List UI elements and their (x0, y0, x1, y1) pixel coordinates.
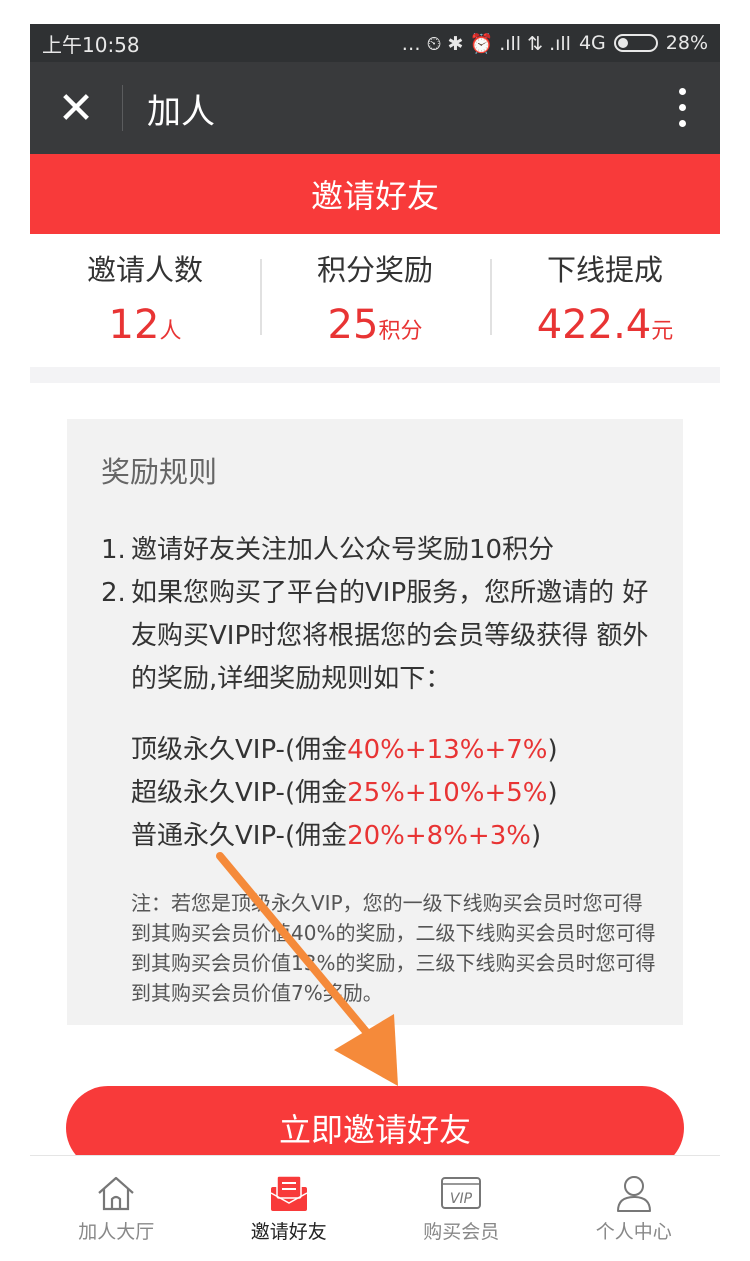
stats-panel: 邀请人数 12人 积分奖励 25积分 下线提成 422.4元 (30, 234, 720, 383)
tab-invite[interactable]: 邀请好友 (203, 1156, 376, 1261)
rule-number: 1. (101, 535, 126, 565)
network-type: 4G (578, 32, 606, 54)
status-bar: 上午10:58 … ⏲ ✱ ⏰ .ıll ⇅ .ıll 4G 28% (30, 24, 720, 62)
tier-suffix: ) (547, 778, 558, 808)
tab-hall[interactable]: 加人大厅 (30, 1156, 203, 1261)
stat-label: 邀请人数 (86, 253, 203, 287)
rules-note: 注：若您是顶级永久VIP，您的一级下线购买会员时您可得到其购买会员价值40%的奖… (131, 891, 656, 1005)
stat-label: 积分奖励 (316, 253, 433, 287)
phone-screen: 上午10:58 … ⏲ ✱ ⏰ .ıll ⇅ .ıll 4G 28% ✕ 加人 … (30, 24, 720, 1261)
stat-number: 422.4 (536, 302, 652, 348)
reward-rules-card: 奖励规则 1. 邀请好友关注加人公众号奖励10积分 2. 如果您购买了平台的VI… (67, 419, 683, 1025)
status-indicators: … ⏲ ✱ ⏰ .ıll ⇅ .ıll 4G 28% (402, 32, 708, 55)
tier-rate: 20%+8%+3% (347, 821, 531, 851)
stat-points-reward: 积分奖励 25积分 (260, 247, 490, 354)
tier-name: 超级永久VIP-(佣金 (131, 778, 348, 808)
home-icon (98, 1176, 134, 1211)
status-icons: … ⏲ ✱ ⏰ .ıll ⇅ .ıll (401, 32, 571, 55)
banner-title: 邀请好友 (310, 177, 439, 215)
stat-number: 25 (327, 302, 379, 348)
tab-label: 个人中心 (595, 1221, 672, 1243)
stat-unit: 元 (651, 319, 674, 344)
vip-tier-list: 顶级永久VIP-(佣金40%+13%+7%) 超级永久VIP-(佣金25%+10… (131, 729, 659, 858)
tier-rate: 40%+13%+7% (347, 735, 548, 765)
user-icon (616, 1176, 651, 1212)
page-title: 加人 (147, 91, 215, 132)
rule-text: 如果您购买了平台的VIP服务，您所邀请的 好友购买VIP时您将根据您的会员等级获… (131, 578, 649, 694)
close-icon[interactable]: ✕ (30, 62, 122, 154)
stat-label: 下线提成 (546, 253, 663, 287)
rule-item: 1. 邀请好友关注加人公众号奖励10积分 (101, 529, 659, 572)
tier-suffix: ) (547, 735, 558, 765)
bottom-tab-bar: 加人大厅 邀请好友 VIP 购买会员 个人中心 (30, 1155, 720, 1261)
stat-value: 25积分 (260, 303, 490, 354)
more-vertical-icon[interactable] (679, 88, 686, 127)
rule-text: 邀请好友关注加人公众号奖励10积分 (131, 535, 555, 565)
battery-percent: 28% (665, 32, 708, 54)
tab-label: 邀请好友 (250, 1221, 327, 1243)
tab-label: 购买会员 (423, 1221, 500, 1243)
tab-buy-vip[interactable]: VIP 购买会员 (375, 1156, 548, 1261)
invite-envelope-icon (270, 1175, 308, 1211)
battery-icon (613, 34, 658, 52)
tier-name: 普通永久VIP-(佣金 (131, 821, 348, 851)
nav-divider (122, 85, 123, 131)
vip-icon: VIP (441, 1177, 482, 1209)
stat-value: 12人 (30, 303, 260, 354)
nav-bar: ✕ 加人 (30, 62, 720, 154)
vip-tier-row: 顶级永久VIP-(佣金40%+13%+7%) (131, 729, 659, 772)
rules-title: 奖励规则 (101, 455, 218, 489)
tab-profile[interactable]: 个人中心 (548, 1156, 721, 1261)
battery-fill (617, 38, 628, 48)
svg-text:VIP: VIP (450, 1191, 473, 1207)
rule-item: 2. 如果您购买了平台的VIP服务，您所邀请的 好友购买VIP时您将根据您的会员… (101, 572, 659, 701)
rules-list: 1. 邀请好友关注加人公众号奖励10积分 2. 如果您购买了平台的VIP服务，您… (101, 529, 659, 701)
vip-tier-row: 普通永久VIP-(佣金20%+8%+3%) (131, 815, 659, 858)
tier-suffix: ) (530, 821, 542, 851)
tier-rate: 25%+10%+5% (347, 778, 548, 808)
stat-commission: 下线提成 422.4元 (490, 247, 720, 354)
status-time: 上午10:58 (42, 32, 140, 57)
vip-tier-row: 超级永久VIP-(佣金25%+10%+5%) (131, 772, 659, 815)
tier-name: 顶级永久VIP-(佣金 (131, 735, 348, 765)
tab-label: 加人大厅 (78, 1221, 155, 1243)
rule-number: 2. (101, 578, 126, 608)
stat-unit: 人 (159, 319, 182, 344)
section-banner: 邀请好友 (30, 154, 720, 234)
stat-unit: 积分 (378, 319, 423, 344)
stat-number: 12 (108, 302, 160, 348)
stat-value: 422.4元 (490, 303, 720, 354)
stat-invited-count: 邀请人数 12人 (30, 247, 260, 354)
